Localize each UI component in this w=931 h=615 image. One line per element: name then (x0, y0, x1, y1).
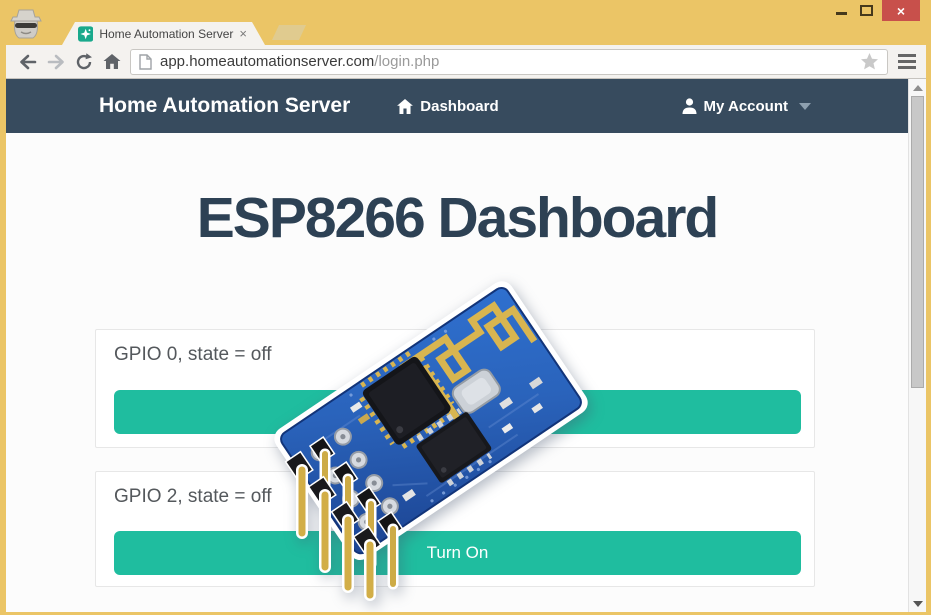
forward-arrow-icon (45, 51, 67, 73)
url-text: app.homeautomationserver.com/login.php (160, 53, 860, 70)
scroll-down-icon (913, 601, 923, 607)
title-bar: × (0, 0, 931, 22)
gpio2-panel: GPIO 2, state = off Turn On (95, 471, 815, 587)
url-domain: app.homeautomationserver.com (160, 53, 374, 70)
nav-link-label: My Account (704, 98, 788, 115)
bookmark-star-icon[interactable] (860, 52, 879, 71)
back-button[interactable] (14, 48, 42, 76)
gpio0-turn-on-button[interactable]: Turn On (114, 390, 801, 434)
browser-window: × Home Automation Server × (0, 0, 931, 615)
menu-button[interactable] (894, 49, 920, 75)
new-tab-button[interactable] (272, 25, 306, 40)
address-bar[interactable]: app.homeautomationserver.com/login.php (130, 49, 888, 75)
home-button[interactable] (98, 48, 126, 76)
maximize-button[interactable] (860, 5, 873, 16)
reload-button[interactable] (70, 48, 98, 76)
forward-button[interactable] (42, 48, 70, 76)
scroll-down-button[interactable] (909, 596, 927, 611)
reload-icon (73, 51, 95, 73)
chevron-down-icon (799, 103, 811, 110)
navbar-brand[interactable]: Home Automation Server (99, 94, 350, 118)
back-arrow-icon (17, 51, 39, 73)
page-viewport: Home Automation Server Dashboard My Acco… (6, 79, 908, 612)
nav-link-my-account[interactable]: My Account (682, 98, 811, 115)
gpio2-state-label: GPIO 2, state = off (114, 486, 272, 508)
dashboard-home-icon (397, 99, 413, 114)
tab-title: Home Automation Server (99, 27, 233, 41)
nav-link-label: Dashboard (420, 98, 498, 115)
site-navbar: Home Automation Server Dashboard My Acco… (6, 79, 908, 133)
url-path: /login.php (374, 53, 439, 70)
gpio0-state-label: GPIO 0, state = off (114, 344, 272, 366)
minimize-button[interactable] (836, 12, 847, 15)
tab-close-icon[interactable]: × (239, 27, 247, 40)
scrollbar-thumb[interactable] (911, 96, 924, 388)
nav-link-dashboard[interactable]: Dashboard (397, 98, 498, 115)
close-button[interactable]: × (882, 0, 920, 21)
user-icon (682, 98, 697, 114)
gpio0-panel: GPIO 0, state = off Turn On (95, 329, 815, 448)
favicon-icon (78, 26, 93, 42)
home-icon (101, 51, 123, 73)
tab-strip: Home Automation Server × (0, 22, 931, 45)
browser-toolbar: app.homeautomationserver.com/login.php (6, 45, 926, 79)
page-scrollbar[interactable] (908, 79, 926, 612)
page-title: ESP8266 Dashboard (6, 185, 908, 251)
page-icon (139, 54, 152, 70)
scroll-up-icon (913, 85, 923, 91)
scroll-up-button[interactable] (909, 80, 927, 95)
gpio2-turn-on-button[interactable]: Turn On (114, 531, 801, 575)
browser-tab[interactable]: Home Automation Server × (62, 22, 265, 45)
